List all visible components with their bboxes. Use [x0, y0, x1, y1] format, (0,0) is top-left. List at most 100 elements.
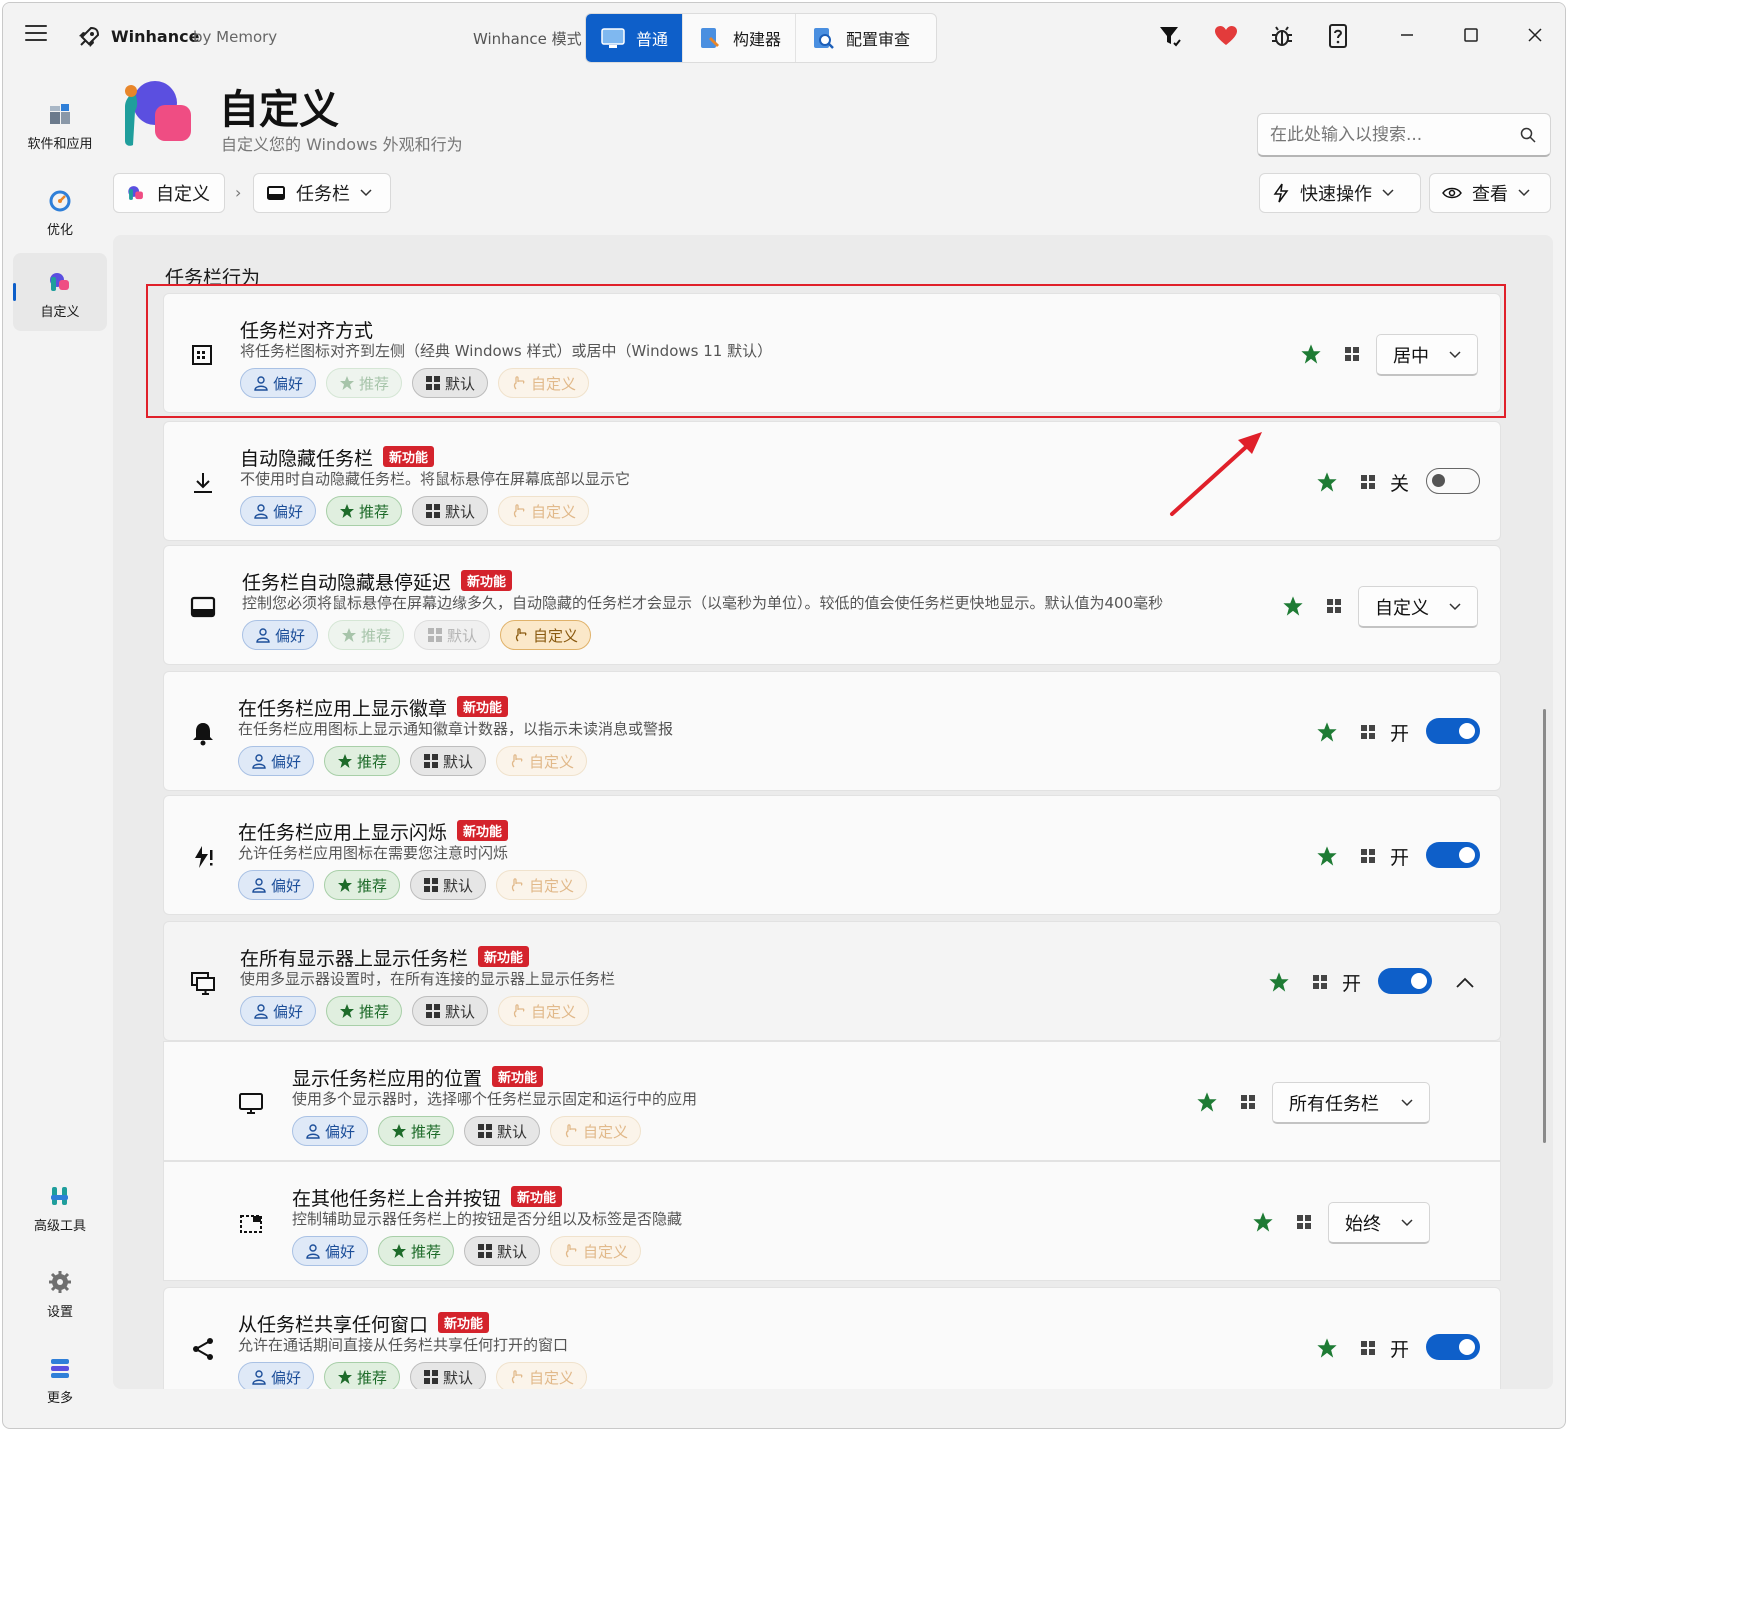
mode-review-button[interactable]: 配置审查	[796, 14, 924, 62]
windows-default-icon[interactable]	[1296, 1214, 1312, 1230]
windows-default-icon[interactable]	[1360, 724, 1376, 740]
star-icon[interactable]	[1316, 1337, 1338, 1359]
setting-title: 在所有显示器上显示任务栏 新功能	[240, 944, 530, 971]
setting-toggle[interactable]	[1426, 718, 1480, 744]
nav-item-apps[interactable]: 软件和应用	[13, 87, 107, 165]
nav-item-advanced[interactable]: 高级工具	[13, 1169, 107, 1247]
heart-icon[interactable]	[1213, 23, 1239, 49]
star-icon[interactable]	[1282, 595, 1304, 617]
scrollbar[interactable]	[1543, 709, 1546, 1143]
chip-custom[interactable]: 自定义	[496, 1362, 588, 1389]
setting-toggle[interactable]	[1378, 968, 1432, 994]
star-icon[interactable]	[1316, 471, 1338, 493]
nav-item-more[interactable]: 更多	[13, 1341, 107, 1419]
monitor-icon	[239, 1093, 263, 1114]
chip-preference[interactable]: 偏好	[240, 996, 317, 1026]
taskbar-icon	[267, 186, 285, 200]
chip-preference[interactable]: 偏好	[292, 1236, 369, 1266]
setting-toggle[interactable]	[1426, 1334, 1480, 1360]
mode-builder-button[interactable]: 构建器	[683, 14, 797, 62]
bug-icon[interactable]	[1269, 23, 1295, 49]
chip-preference[interactable]: 偏好	[238, 746, 315, 776]
help-icon[interactable]	[1325, 23, 1351, 49]
nav-label-customize: 自定义	[40, 305, 80, 320]
view-button[interactable]: 查看	[1429, 173, 1551, 213]
windows-default-icon[interactable]	[1360, 1340, 1376, 1356]
chip-default[interactable]: 默认	[414, 620, 491, 650]
minimize-icon[interactable]	[1397, 25, 1417, 45]
nav-item-customize[interactable]: 自定义	[13, 253, 107, 331]
search-box[interactable]	[1257, 113, 1551, 157]
breadcrumb-root[interactable]: 自定义	[113, 173, 225, 213]
search-input[interactable]	[1270, 122, 1510, 148]
chip-preference[interactable]: 偏好	[240, 496, 317, 526]
mode-switcher: 普通 构建器 配置审查	[585, 13, 937, 63]
chip-custom[interactable]: 自定义	[498, 996, 590, 1026]
setting-title-text: 在任务栏应用上显示徽章	[238, 698, 448, 720]
chip-default-label: 默认	[443, 1368, 474, 1387]
star-icon[interactable]	[1268, 971, 1290, 993]
search-icon[interactable]	[1520, 127, 1536, 143]
more-icon	[51, 1359, 69, 1378]
chip-recommended[interactable]: 推荐	[326, 996, 403, 1026]
close-icon[interactable]	[1525, 25, 1545, 45]
star-icon[interactable]	[1252, 1211, 1274, 1233]
star-icon[interactable]	[1316, 845, 1338, 867]
chip-preference[interactable]: 偏好	[242, 620, 319, 650]
star-icon[interactable]	[1316, 721, 1338, 743]
apps-icon	[50, 104, 70, 124]
chip-group: 偏好 推荐 默认 自定义	[292, 1236, 642, 1266]
setting-toggle[interactable]	[1426, 468, 1480, 494]
chip-custom[interactable]: 自定义	[550, 1116, 642, 1146]
breadcrumb-current[interactable]: 任务栏	[253, 173, 391, 213]
chip-recommended[interactable]: 推荐	[328, 620, 405, 650]
chip-default[interactable]: 默认	[464, 1236, 541, 1266]
quick-actions-button[interactable]: 快速操作	[1259, 173, 1421, 213]
share-icon	[193, 1338, 213, 1360]
chip-recommended-label: 推荐	[411, 1242, 442, 1261]
app-window: Winhance by Memory Winhance 模式 普通 构建器 配置…	[2, 2, 1566, 1429]
setting-card: 自动隐藏任务栏 新功能 不使用时自动隐藏任务栏。将鼠标悬停在屏幕底部以显示它 偏好 …	[163, 421, 1501, 541]
setting-dropdown[interactable]: 始终	[1328, 1202, 1430, 1244]
windows-default-icon[interactable]	[1326, 598, 1342, 614]
setting-dropdown[interactable]: 自定义	[1358, 586, 1478, 628]
windows-default-icon[interactable]	[1360, 848, 1376, 864]
chip-recommended[interactable]: 推荐	[326, 496, 403, 526]
chip-custom[interactable]: 自定义	[500, 620, 592, 650]
menu-icon[interactable]	[25, 25, 47, 43]
windows-default-icon[interactable]	[1312, 974, 1328, 990]
chip-default[interactable]: 默认	[412, 996, 489, 1026]
maximize-icon[interactable]	[1461, 25, 1481, 45]
chip-recommended[interactable]: 推荐	[324, 870, 401, 900]
chip-preference[interactable]: 偏好	[238, 1362, 315, 1389]
chip-recommended[interactable]: 推荐	[378, 1236, 455, 1266]
mode-normal-button[interactable]: 普通	[586, 14, 684, 62]
chip-default[interactable]: 默认	[412, 496, 489, 526]
nav-item-optimize[interactable]: 优化	[13, 173, 107, 251]
nav-item-settings[interactable]: 设置	[13, 1255, 107, 1333]
chip-preference[interactable]: 偏好	[238, 870, 315, 900]
chip-custom[interactable]: 自定义	[496, 870, 588, 900]
chip-default[interactable]: 默认	[464, 1116, 541, 1146]
chip-preference-label: 偏好	[271, 876, 302, 895]
chip-recommended[interactable]: 推荐	[324, 746, 401, 776]
chip-custom[interactable]: 自定义	[498, 496, 590, 526]
lightning-icon	[1273, 183, 1289, 203]
chevron-down-icon	[360, 189, 372, 197]
setting-toggle[interactable]	[1426, 842, 1480, 868]
setting-dropdown[interactable]: 所有任务栏	[1272, 1082, 1430, 1124]
chevron-up-icon[interactable]	[1456, 976, 1474, 988]
chip-custom[interactable]: 自定义	[496, 746, 588, 776]
windows-default-icon[interactable]	[1240, 1094, 1256, 1110]
star-icon[interactable]	[1196, 1091, 1218, 1113]
chip-default[interactable]: 默认	[410, 1362, 487, 1389]
chip-default[interactable]: 默认	[410, 870, 487, 900]
chip-custom[interactable]: 自定义	[550, 1236, 642, 1266]
windows-default-icon[interactable]	[1360, 474, 1376, 490]
chip-recommended[interactable]: 推荐	[324, 1362, 401, 1389]
filter-icon[interactable]	[1157, 23, 1183, 49]
chip-preference[interactable]: 偏好	[292, 1116, 369, 1146]
chip-recommended[interactable]: 推荐	[378, 1116, 455, 1146]
chip-default[interactable]: 默认	[410, 746, 487, 776]
gauge-icon	[49, 190, 71, 212]
